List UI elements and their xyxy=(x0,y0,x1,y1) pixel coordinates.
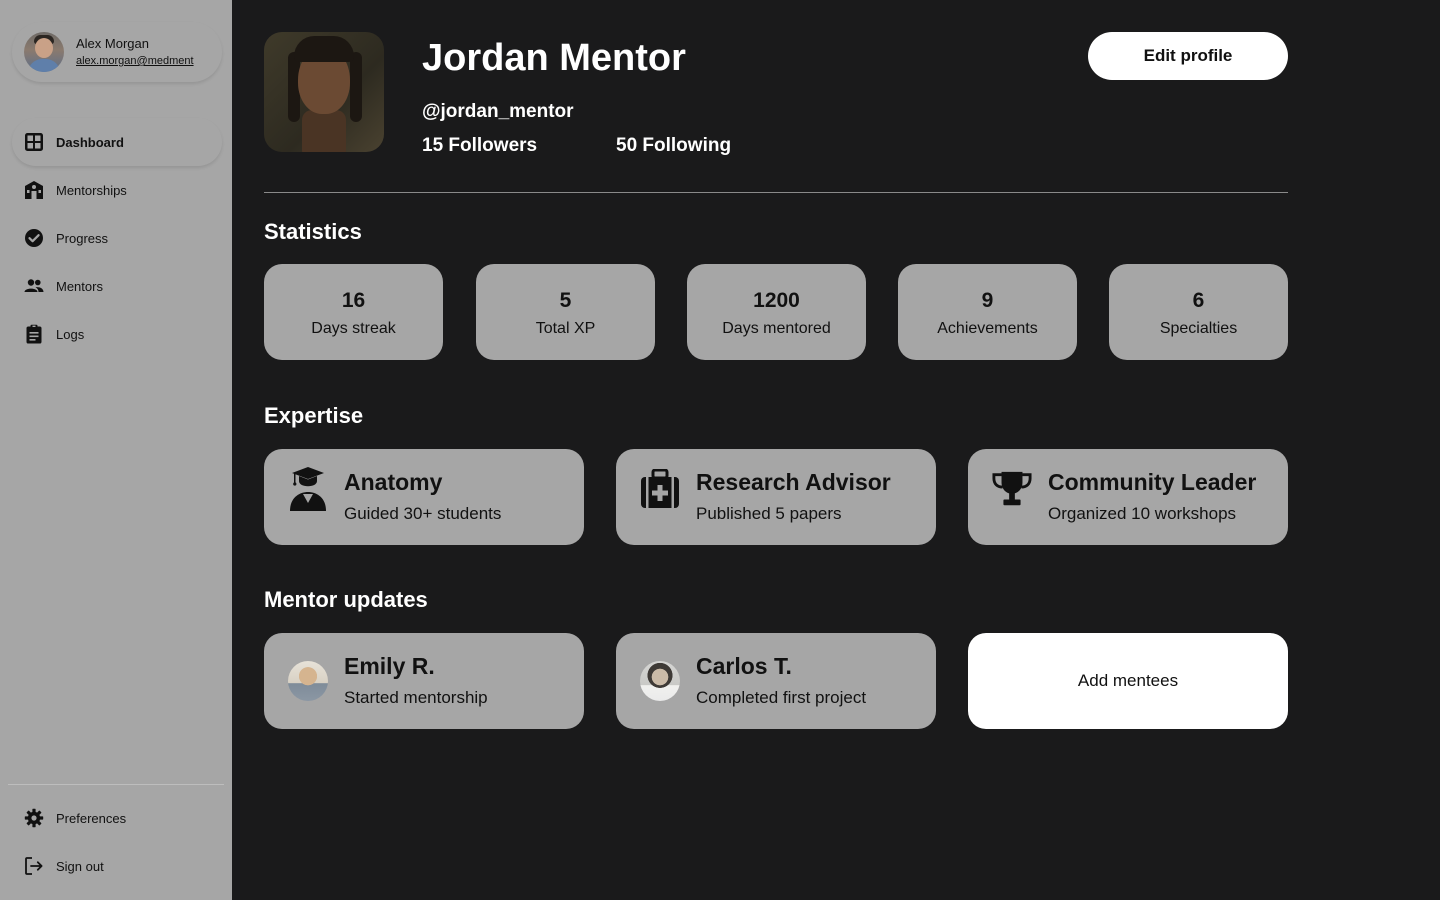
stat-value: 9 xyxy=(981,289,994,312)
stat-value: 16 xyxy=(341,289,366,312)
people-icon xyxy=(24,276,44,296)
profile-handle: @jordan_mentor xyxy=(422,101,574,122)
user-card[interactable]: Alex Morgan alex.morgan@medment xyxy=(12,22,222,82)
sidebar-item-mentorships[interactable]: Mentorships xyxy=(12,166,222,214)
avatar xyxy=(288,661,328,701)
sidebar-item-label: Sign out xyxy=(56,858,104,874)
medical-kit-icon xyxy=(640,469,680,509)
section-title-statistics: Statistics xyxy=(264,219,362,244)
mentor-update-card[interactable]: Emily R. Started mentorship xyxy=(264,633,584,729)
profile-photo xyxy=(264,32,384,152)
gear-icon xyxy=(24,808,44,828)
update-text: Started mentorship xyxy=(344,688,488,707)
dashboard-icon xyxy=(24,132,44,152)
avatar xyxy=(24,32,64,72)
sign-out-icon xyxy=(24,856,44,876)
section-title-mentor-updates: Mentor updates xyxy=(264,587,428,612)
expertise-card[interactable]: Anatomy Guided 30+ students xyxy=(264,449,584,545)
sidebar-item-label: Progress xyxy=(56,230,109,246)
stat-card: 6 Specialties xyxy=(1109,264,1288,360)
user-email-link[interactable]: alex.morgan@medment xyxy=(76,54,194,69)
sidebar: Alex Morgan alex.morgan@medment Dashboar… xyxy=(0,0,232,900)
mentor-update-card[interactable]: Carlos T. Completed first project xyxy=(616,633,936,729)
school-icon xyxy=(24,180,44,200)
user-meta: Alex Morgan alex.morgan@medment xyxy=(76,35,194,69)
avatar xyxy=(640,661,680,701)
mentee-name: Carlos T. xyxy=(696,653,792,679)
following-count[interactable]: 50 Following xyxy=(616,135,731,157)
user-name: Alex Morgan xyxy=(76,36,149,51)
graduate-icon xyxy=(288,467,328,511)
sidebar-divider xyxy=(8,784,224,785)
expertise-card[interactable]: Research Advisor Published 5 papers xyxy=(616,449,936,545)
sidebar-item-mentors[interactable]: Mentors xyxy=(12,262,222,310)
expertise-title: Community Leader xyxy=(1048,469,1257,495)
expertise-subtitle: Published 5 papers xyxy=(696,504,842,523)
sidebar-item-label: Logs xyxy=(56,326,85,342)
stat-card: 9 Achievements xyxy=(898,264,1077,360)
stat-value: 1200 xyxy=(753,289,800,312)
expertise-subtitle: Organized 10 workshops xyxy=(1048,504,1237,523)
main-nav: Dashboard Mentorships Progress Mentors L… xyxy=(12,118,222,358)
profile-name: Jordan Mentor xyxy=(422,37,686,79)
trophy-icon xyxy=(992,469,1032,509)
sidebar-item-label: Dashboard xyxy=(56,134,124,150)
header-divider xyxy=(264,192,1288,193)
expertise-card[interactable]: Community Leader Organized 10 workshops xyxy=(968,449,1288,545)
clipboard-icon xyxy=(24,324,44,344)
sidebar-item-label: Preferences xyxy=(56,810,127,826)
mentee-name: Emily R. xyxy=(344,653,435,679)
stat-label: Total XP xyxy=(535,320,596,337)
stat-value: 5 xyxy=(559,289,572,312)
sidebar-item-dashboard[interactable]: Dashboard xyxy=(12,118,222,166)
sidebar-item-label: Mentors xyxy=(56,278,103,294)
followers-count[interactable]: 15 Followers xyxy=(422,135,537,157)
stat-card: 1200 Days mentored xyxy=(687,264,866,360)
check-circle-icon xyxy=(24,228,44,248)
stat-label: Days mentored xyxy=(722,320,831,337)
update-text: Completed first project xyxy=(696,688,867,707)
stat-label: Specialties xyxy=(1159,320,1238,337)
sidebar-item-label: Mentorships xyxy=(56,182,127,198)
stat-value: 6 xyxy=(1192,289,1205,312)
sidebar-item-logs[interactable]: Logs xyxy=(12,310,222,358)
stat-label: Days streak xyxy=(311,320,396,337)
expertise-title: Research Advisor xyxy=(696,469,891,495)
expertise-title: Anatomy xyxy=(344,469,443,495)
bottom-nav: Preferences Sign out xyxy=(12,794,222,890)
sidebar-item-sign-out[interactable]: Sign out xyxy=(12,842,222,890)
stat-card: 5 Total XP xyxy=(476,264,655,360)
stat-card: 16 Days streak xyxy=(264,264,443,360)
add-mentees-button[interactable]: Add mentees xyxy=(968,633,1288,729)
expertise-subtitle: Guided 30+ students xyxy=(344,504,502,523)
sidebar-item-preferences[interactable]: Preferences xyxy=(12,794,222,842)
edit-profile-button[interactable]: Edit profile xyxy=(1088,32,1288,80)
sidebar-item-progress[interactable]: Progress xyxy=(12,214,222,262)
section-title-expertise: Expertise xyxy=(264,403,364,428)
stat-label: Achievements xyxy=(937,320,1038,337)
